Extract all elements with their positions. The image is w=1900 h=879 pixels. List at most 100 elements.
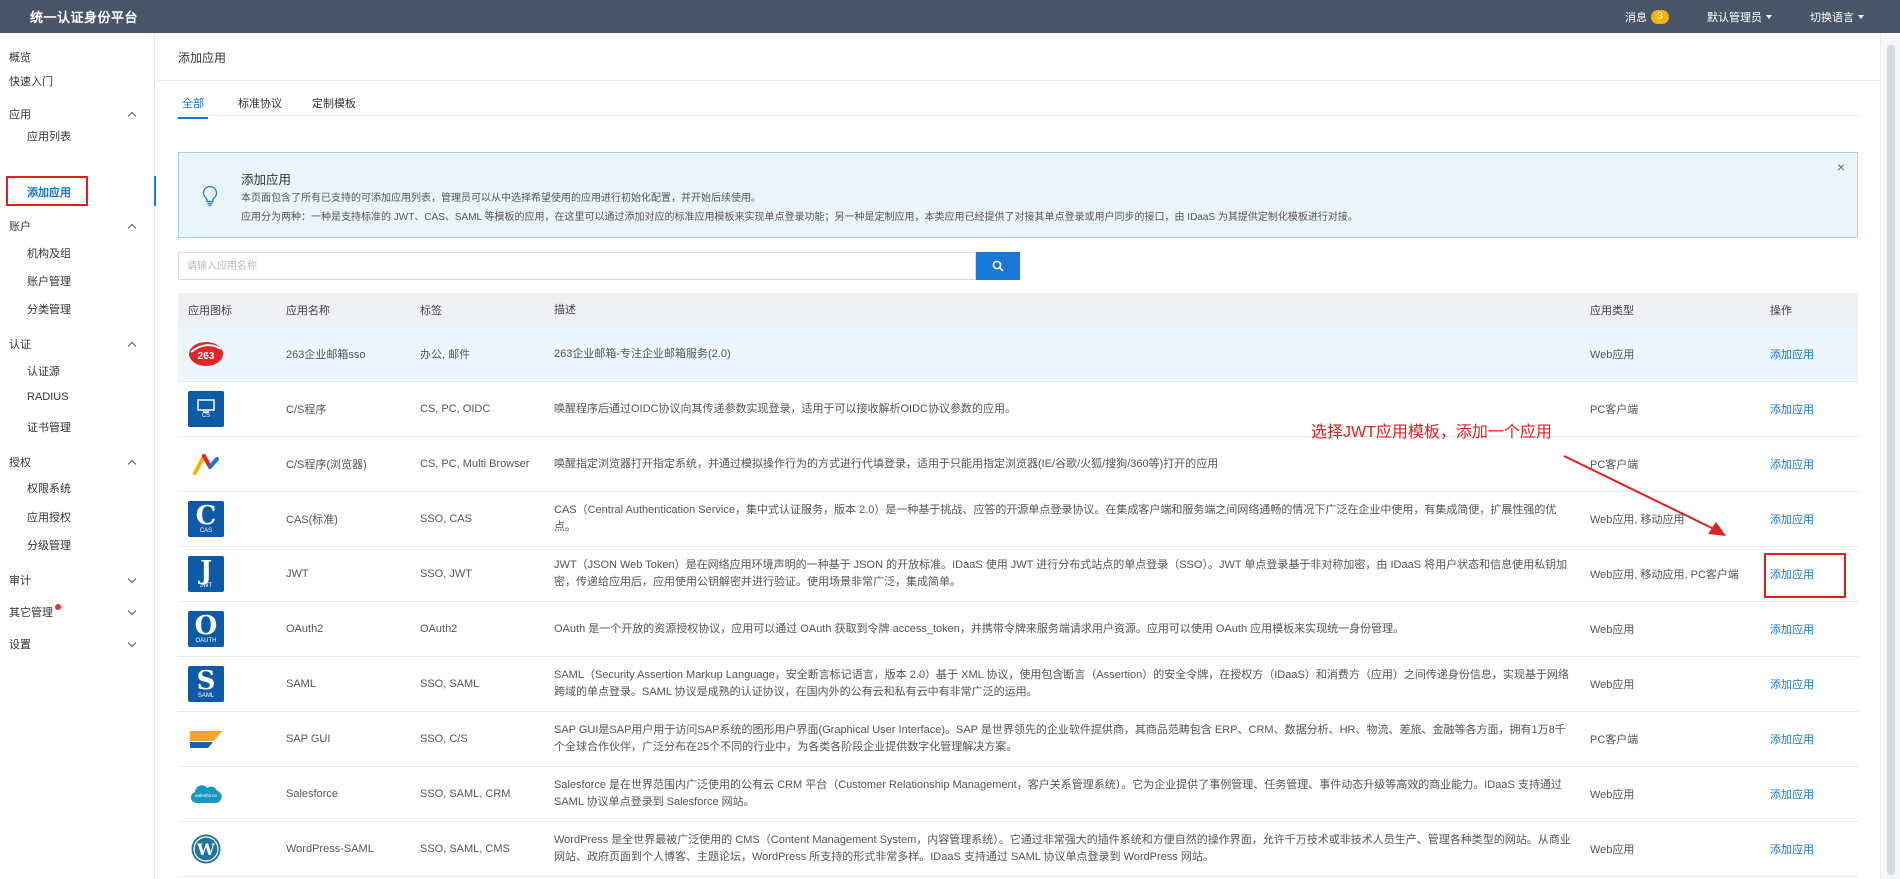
sidebar-group-account[interactable]: 账户 [9, 218, 137, 234]
sidebar-item-quickstart[interactable]: 快速入门 [9, 73, 53, 89]
annotation-text: 选择JWT应用模板，添加一个应用 [1311, 424, 1552, 441]
scrollbar[interactable] [1880, 33, 1900, 879]
sidebar-group-app[interactable]: 应用 [9, 106, 137, 122]
app-desc: CAS（Central Authentication Service，集中式认证… [554, 504, 1557, 533]
notification-dot [55, 604, 61, 610]
language-dropdown[interactable]: 切换语言 [1810, 9, 1864, 25]
sidebar-item-org[interactable]: 机构及组 [27, 245, 71, 261]
add-app-link[interactable]: 添加应用 [1770, 459, 1814, 471]
table-row: J JWT JWT SSO, JWT JWT（JSON Web Token）是在网… [178, 547, 1858, 602]
app-tags: SSO, SAML [420, 678, 480, 690]
table-row: O OAUTH OAuth2 OAuth2 OAuth 是一个开放的资源授权协议，… [178, 602, 1858, 657]
app-tags: SSO, JWT [420, 568, 472, 580]
scrollbar-thumb[interactable] [1887, 45, 1895, 875]
salesforce-cloud-icon: salesforce [188, 776, 224, 812]
messages-label: 消息 [1625, 11, 1647, 24]
app-name: CAS(标准) [286, 514, 338, 526]
add-app-link[interactable]: 添加应用 [1770, 404, 1814, 416]
sidebar-item-perm-system[interactable]: 权限系统 [27, 480, 71, 496]
app-tags: CS, PC, Multi Browser [420, 458, 530, 470]
svg-text:263: 263 [198, 351, 215, 362]
search-input[interactable] [178, 252, 976, 280]
app-type: Web应用 [1590, 789, 1635, 801]
table-row: 263 263企业邮箱sso 办公, 邮件 263企业邮箱-专注企业邮箱服务(2… [178, 327, 1858, 382]
admin-dropdown[interactable]: 默认管理员 [1707, 9, 1772, 25]
oauth-letter-icon: O OAUTH [188, 611, 224, 647]
sidebar-item-app-auth[interactable]: 应用授权 [27, 509, 71, 525]
close-icon[interactable]: × [1837, 159, 1845, 175]
search-icon [992, 260, 1004, 272]
chevron-up-icon [127, 223, 137, 232]
sidebar-item-auth-source[interactable]: 认证源 [27, 363, 60, 379]
app-tags: SSO, SAML, CMS [420, 843, 510, 855]
app-type: Web应用 [1590, 844, 1635, 856]
svg-text:W: W [196, 840, 216, 859]
brand-title: 统一认证身份平台 [30, 10, 139, 25]
app-name: C/S程序 [286, 404, 327, 416]
sidebar-item-app-list[interactable]: 应用列表 [27, 128, 71, 144]
app-desc: OAuth 是一个开放的资源授权协议，应用可以通过 OAuth 获取到令牌 ac… [554, 622, 1405, 635]
add-app-link[interactable]: 添加应用 [1770, 624, 1814, 636]
info-title: 添加应用 [241, 173, 292, 187]
top-bar-right: 消息 3 默认管理员 切换语言 [1587, 9, 1900, 25]
divider [156, 80, 1880, 81]
add-app-link[interactable]: 添加应用 [1770, 679, 1814, 691]
sidebar-item-category[interactable]: 分类管理 [27, 301, 71, 317]
annotation-arrow-icon [1563, 455, 1726, 536]
table-header: 应用图标 应用名称 标签 描述 应用类型 操作 [178, 293, 1858, 327]
sidebar-group-label: 认证 [9, 339, 31, 351]
sidebar-group-label: 账户 [9, 221, 31, 233]
sidebar-group-other[interactable]: 其它管理 [9, 604, 137, 620]
messages-button[interactable]: 消息 3 [1625, 9, 1669, 25]
chevron-down-icon [127, 606, 137, 615]
add-app-link[interactable]: 添加应用 [1770, 844, 1814, 856]
sidebar-item-overview[interactable]: 概览 [9, 49, 31, 65]
jwt-letter-icon: J JWT [188, 556, 224, 592]
search-button[interactable] [976, 252, 1020, 280]
table-row: SAP GUI SSO, C/S SAP GUI是SAP用户用于访问SAP系统的… [178, 712, 1858, 767]
sidebar-item-account-mgmt[interactable]: 账户管理 [27, 273, 71, 289]
chevron-up-icon [127, 341, 137, 350]
app-name: WordPress-SAML [286, 843, 374, 855]
app-name: Salesforce [286, 788, 338, 800]
app-name: C/S程序(浏览器) [286, 459, 367, 471]
sidebar-item-radius[interactable]: RADIUS [27, 391, 69, 403]
language-label: 切换语言 [1810, 11, 1854, 24]
app-desc: SAP GUI是SAP用户用于访问SAP系统的图形用户界面(Graphical … [554, 724, 1566, 753]
sidebar-group-label: 应用 [9, 109, 31, 121]
messages-badge: 3 [1651, 9, 1669, 24]
sidebar-group-audit[interactable]: 审计 [9, 572, 137, 588]
table-row: W WordPress-SAML SSO, SAML, CMS WordPres… [178, 822, 1858, 877]
sap-logo-icon [188, 721, 224, 757]
top-bar: 统一认证身份平台 消息 3 默认管理员 切换语言 [0, 0, 1900, 33]
app-name: 263企业邮箱sso [286, 349, 366, 361]
add-app-link[interactable]: 添加应用 [1770, 349, 1814, 361]
table-row: S SAML SAML SSO, SAML SAML（Security Asser… [178, 657, 1858, 712]
app-name: SAP GUI [286, 733, 331, 745]
sidebar-group-settings[interactable]: 设置 [9, 636, 137, 652]
add-app-link[interactable]: 添加应用 [1770, 514, 1814, 526]
app-263-logo-icon: 263 [188, 336, 224, 372]
table-row: salesforce Salesforce SSO, SAML, CRM Sal… [178, 767, 1858, 822]
sidebar-item-cert[interactable]: 证书管理 [27, 419, 71, 435]
add-app-link[interactable]: 添加应用 [1770, 734, 1814, 746]
app-type: PC客户端 [1590, 734, 1639, 746]
table-row: CS C/S程序 CS, PC, OIDC 唤醒程序后通过OIDC协议向其传递参… [178, 382, 1858, 437]
lightbulb-icon [202, 185, 218, 207]
app-name: SAML [286, 678, 316, 690]
sidebar-group-permission[interactable]: 授权 [9, 454, 137, 470]
chevron-down-icon [127, 638, 137, 647]
sidebar: 概览 快速入门 应用 应用列表 添加应用 账户 机构及组 账户管理 分类管理 认… [0, 33, 156, 879]
wordpress-logo-icon: W [188, 831, 224, 867]
app-type: Web应用 [1590, 349, 1635, 361]
sidebar-group-auth[interactable]: 认证 [9, 336, 137, 352]
sidebar-item-level-mgmt[interactable]: 分级管理 [27, 537, 71, 553]
cas-letter-icon: C CAS [188, 501, 224, 537]
col-header-tags: 标签 [420, 305, 442, 317]
monitor-icon: CS [188, 391, 224, 427]
add-app-link[interactable]: 添加应用 [1770, 789, 1814, 801]
annotation-highlight-box [6, 176, 88, 206]
col-header-type: 应用类型 [1590, 305, 1634, 317]
admin-label: 默认管理员 [1707, 11, 1762, 24]
app-desc: JWT（JSON Web Token）是在网络应用环境声明的一种基于 JSON … [554, 559, 1568, 588]
